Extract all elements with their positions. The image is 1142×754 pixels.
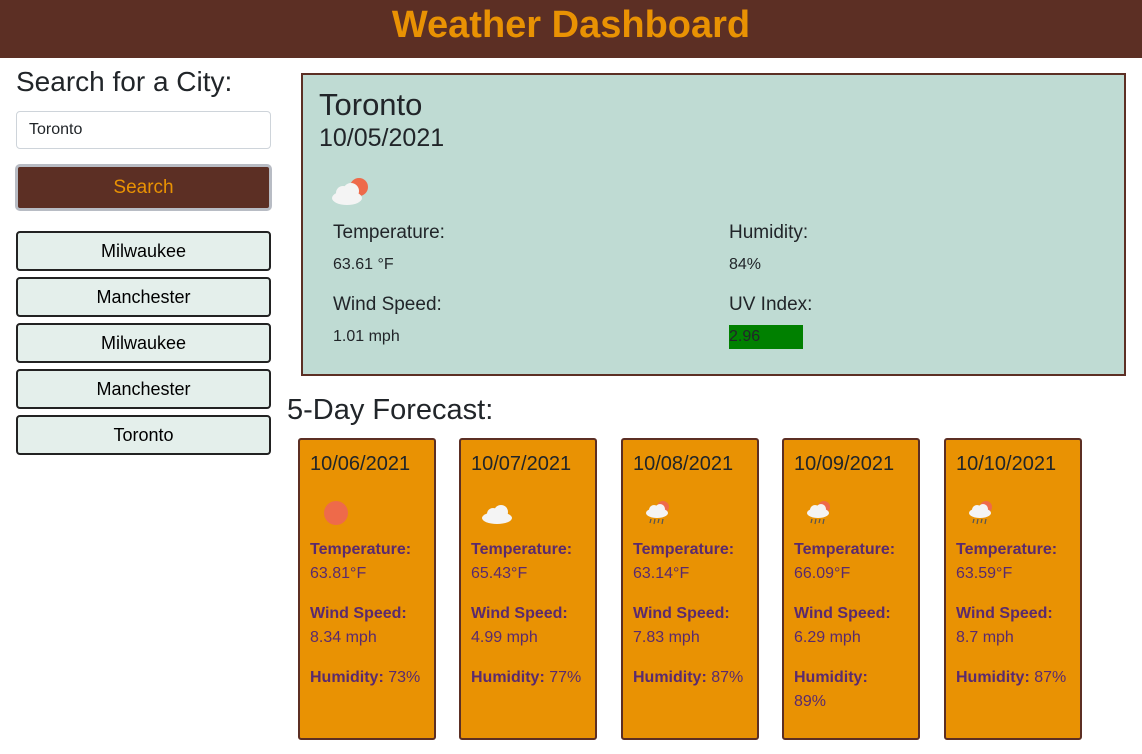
forecast-humidity-label: Humidity: bbox=[794, 669, 868, 686]
forecast-temp-label: Temperature: bbox=[794, 541, 896, 558]
rain-icon bbox=[646, 501, 669, 525]
forecast-humidity-value: 87% bbox=[711, 669, 744, 686]
forecast-temp-label: Temperature: bbox=[956, 541, 1058, 558]
forecast-temp-value: 66.09°F bbox=[794, 565, 851, 582]
temperature-value: 63.61 °F bbox=[333, 256, 394, 273]
history-item-milwaukee[interactable]: Milwaukee bbox=[16, 323, 271, 363]
forecast-temp-value: 65.43°F bbox=[471, 565, 528, 582]
forecast-temp-label: Temperature: bbox=[471, 541, 573, 558]
forecast-card: 10/06/2021 Temperature: 63.81°F Wind Spe… bbox=[298, 438, 436, 740]
history-item-milwaukee[interactable]: Milwaukee bbox=[16, 231, 271, 271]
forecast-wind-label: Wind Speed: bbox=[794, 605, 891, 622]
forecast-wind-value: 7.83 mph bbox=[633, 629, 700, 646]
forecast-date: 10/08/2021 bbox=[633, 453, 734, 475]
current-date: 10/05/2021 bbox=[319, 124, 445, 152]
page-header: Weather Dashboard bbox=[0, 0, 1142, 58]
forecast-card: 10/07/2021 Temperature: 65.43°F Wind Spe… bbox=[459, 438, 597, 740]
forecast-humidity-label: Humidity: bbox=[471, 669, 545, 686]
wind-speed-value: 1.01 mph bbox=[333, 328, 400, 345]
forecast-date: 10/09/2021 bbox=[794, 453, 895, 475]
forecast-humidity-value: 77% bbox=[549, 669, 582, 686]
current-city: Toronto bbox=[319, 87, 423, 122]
forecast-wind-value: 8.7 mph bbox=[956, 629, 1014, 646]
uv-index-badge: 2.96 bbox=[729, 325, 803, 349]
forecast-card: 10/10/2021 Temperature: 63.59°F Wind Spe… bbox=[944, 438, 1082, 740]
forecast-humidity-label: Humidity: bbox=[310, 669, 384, 686]
forecast-wind-label: Wind Speed: bbox=[310, 605, 407, 622]
rain-icon bbox=[969, 501, 992, 525]
humidity-label: Humidity: bbox=[729, 222, 809, 243]
wind-speed-label: Wind Speed: bbox=[333, 294, 442, 315]
humidity-value: 84% bbox=[729, 256, 762, 273]
forecast-humidity-label: Humidity: bbox=[633, 669, 707, 686]
forecast-date: 10/07/2021 bbox=[471, 453, 572, 475]
forecast-temp-value: 63.81°F bbox=[310, 565, 367, 582]
forecast-wind-label: Wind Speed: bbox=[633, 605, 730, 622]
forecast-temp-label: Temperature: bbox=[633, 541, 735, 558]
uv-index-label: UV Index: bbox=[729, 294, 813, 315]
rain-icon bbox=[807, 501, 830, 525]
forecast-wind-label: Wind Speed: bbox=[471, 605, 568, 622]
search-heading: Search for a City: bbox=[16, 66, 233, 97]
page-title: Weather Dashboard bbox=[391, 4, 751, 46]
forecast-date: 10/10/2021 bbox=[956, 453, 1057, 475]
forecast-humidity-label: Humidity: bbox=[956, 669, 1030, 686]
forecast-humidity-value: 89% bbox=[794, 693, 827, 710]
cloud-icon bbox=[482, 505, 512, 524]
current-weather-panel: Toronto 10/05/2021 Temperature: 63.61 °F… bbox=[301, 73, 1126, 376]
forecast-humidity-value: 87% bbox=[1034, 669, 1067, 686]
forecast-temp-value: 63.14°F bbox=[633, 565, 690, 582]
forecast-humidity-value: 73% bbox=[388, 669, 421, 686]
forecast-wind-label: Wind Speed: bbox=[956, 605, 1053, 622]
search-history: Milwaukee Manchester Milwaukee Mancheste… bbox=[16, 231, 271, 455]
partly-cloudy-icon bbox=[332, 178, 368, 205]
city-search-input[interactable] bbox=[16, 111, 271, 149]
history-item-manchester[interactable]: Manchester bbox=[16, 369, 271, 409]
forecast-wind-value: 8.34 mph bbox=[310, 629, 377, 646]
sidebar: Search for a City: Search Milwaukee Manc… bbox=[15, 64, 272, 461]
search-button[interactable]: Search bbox=[15, 164, 272, 211]
forecast-card: 10/08/2021 Temperature: 63.14°F Wind Spe… bbox=[621, 438, 759, 740]
forecast-card: 10/09/2021 Temperature: 66.09°F Wind Spe… bbox=[782, 438, 920, 740]
history-item-toronto[interactable]: Toronto bbox=[16, 415, 271, 455]
sun-icon bbox=[324, 501, 348, 525]
forecast-temp-label: Temperature: bbox=[310, 541, 412, 558]
forecast-date: 10/06/2021 bbox=[310, 453, 411, 475]
history-item-manchester[interactable]: Manchester bbox=[16, 277, 271, 317]
forecast-heading: 5-Day Forecast: bbox=[287, 394, 494, 426]
temperature-label: Temperature: bbox=[333, 222, 445, 243]
forecast-temp-value: 63.59°F bbox=[956, 565, 1013, 582]
forecast-wind-value: 6.29 mph bbox=[794, 629, 861, 646]
forecast-wind-value: 4.99 mph bbox=[471, 629, 538, 646]
